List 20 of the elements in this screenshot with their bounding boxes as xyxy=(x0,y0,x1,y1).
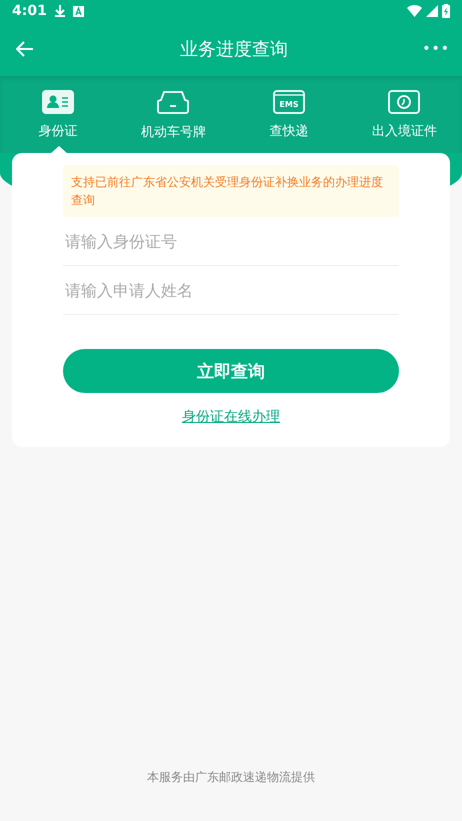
online-service-link[interactable]: 身份证在线办理 xyxy=(182,408,280,426)
ems-icon: EMS xyxy=(272,90,305,114)
submit-button[interactable]: 立即查询 xyxy=(63,349,399,393)
footer-text: 本服务由广东邮政速递物流提供 xyxy=(147,770,315,784)
id-card-icon xyxy=(42,90,74,114)
status-time: 4:01 xyxy=(12,3,47,19)
back-icon[interactable] xyxy=(16,41,34,57)
wifi-icon xyxy=(407,5,422,17)
notice-text: 支持已前往广东省公安机关受理身份证补换业务的办理进度查询 xyxy=(63,165,399,217)
download-icon xyxy=(54,5,65,17)
tab[interactable]: 出入境证件 xyxy=(346,76,462,153)
signal-icon xyxy=(426,5,438,17)
tab[interactable]: 机动车号牌 xyxy=(116,76,231,153)
more-menu[interactable]: ••• xyxy=(422,41,450,57)
app-notification-icon xyxy=(72,6,84,16)
tab[interactable]: EMS 查快递 xyxy=(231,76,346,153)
car-icon xyxy=(156,88,190,114)
passport-icon xyxy=(388,90,420,114)
battery-icon xyxy=(442,4,450,18)
page-title: 业务进度查询 xyxy=(180,38,288,61)
